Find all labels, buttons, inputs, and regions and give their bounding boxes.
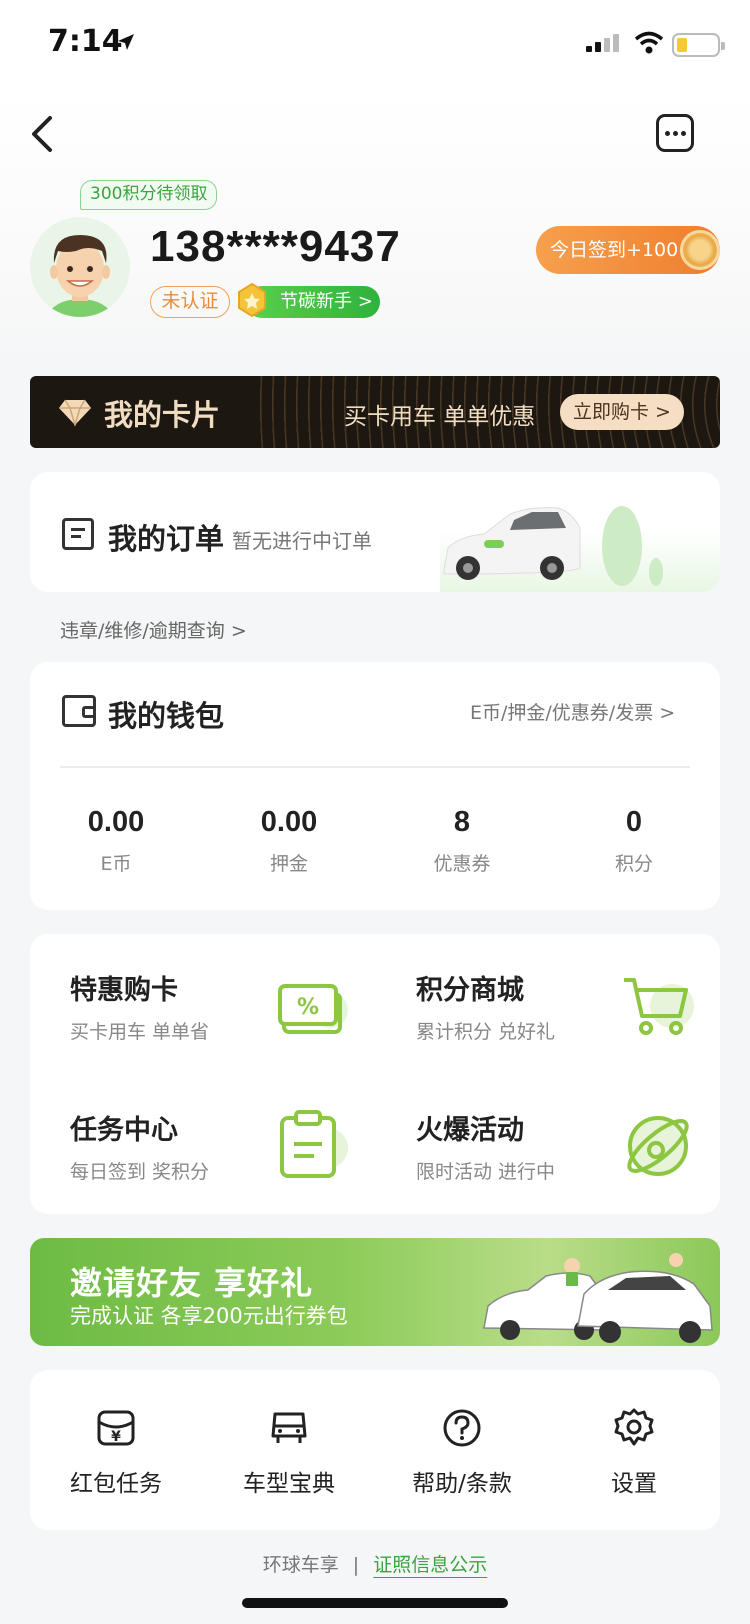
license-info-link[interactable]: 证照信息公示 (373, 1554, 487, 1576)
location-arrow-icon (118, 34, 134, 50)
order-document-icon (62, 518, 94, 550)
cellular-signal-icon (586, 34, 619, 52)
medal-icon (238, 282, 266, 318)
invite-title: 邀请好友 享好礼 (70, 1264, 314, 1302)
stat-value: 0.00 (87, 806, 145, 838)
cart-icon (624, 978, 694, 1035)
service-title: 任务中心 (70, 1115, 178, 1146)
discount-card-icon: % (278, 984, 348, 1034)
clipboard-icon (280, 1110, 348, 1178)
stat-value: 0 (625, 806, 643, 838)
service-hot-events[interactable]: 火爆活动 限时活动 进行中 (416, 1108, 555, 1184)
card-promo: 买卡用车 单单优惠 (344, 404, 536, 430)
service-title: 积分商城 (416, 975, 524, 1006)
coin-icon (680, 230, 720, 270)
service-title: 火爆活动 (416, 1115, 524, 1146)
invite-friends-banner[interactable]: 邀请好友 享好礼 完成认证 各享200元出行券包 (30, 1238, 720, 1346)
message-icon[interactable] (656, 114, 694, 152)
red-packet-icon: ¥ (97, 1410, 135, 1446)
footer-separator: | (352, 1554, 360, 1576)
svg-text:¥: ¥ (111, 1429, 121, 1445)
wallet-stat-ecoin[interactable]: 0.00 E币 (46, 806, 186, 876)
wifi-icon (634, 31, 664, 54)
tool-red-packet[interactable]: ¥ 红包任务 (46, 1408, 186, 1498)
footer: 环球车享 | 证照信息公示 (0, 1550, 750, 1577)
orders-illustration (440, 490, 720, 592)
stat-label: E币 (100, 853, 132, 875)
tool-label: 红包任务 (70, 1471, 162, 1497)
avatar-illustration (46, 235, 114, 317)
footer-brand: 环球车享 (262, 1554, 339, 1576)
stat-label: 押金 (269, 853, 308, 875)
service-subtitle: 每日签到 奖积分 (70, 1161, 210, 1183)
stat-value: 8 (453, 806, 471, 838)
gear-icon (614, 1408, 654, 1446)
wallet-divider (60, 766, 690, 768)
tool-label: 帮助/条款 (412, 1471, 512, 1497)
status-time: 7:14 (48, 24, 123, 59)
buy-card-button[interactable]: 立即购卡 > (560, 394, 684, 430)
points-pending-badge[interactable]: 300积分待领取 (80, 180, 218, 210)
diamond-icon (59, 399, 91, 426)
stat-label: 积分 (614, 853, 653, 875)
user-phone: 138****9437 (150, 222, 401, 271)
tool-label: 设置 (611, 1471, 657, 1497)
car-icon (271, 1412, 307, 1443)
service-subtitle: 买卡用车 单单省 (70, 1021, 210, 1043)
violation-query-link[interactable]: 违章/维修/逾期查询 > (60, 616, 247, 643)
orders-title: 我的订单 (108, 522, 225, 556)
tool-car-models[interactable]: 车型宝典 (219, 1408, 359, 1498)
service-title: 特惠购卡 (70, 975, 178, 1006)
avatar[interactable] (30, 217, 130, 317)
service-discount-card[interactable]: 特惠购卡 买卡用车 单单省 (70, 968, 209, 1044)
my-card-banner[interactable]: 我的卡片 买卡用车 单单优惠 立即购卡 > (30, 376, 720, 448)
svg-text:%: % (297, 995, 319, 1020)
orders-status: 暂无进行中订单 (232, 529, 372, 553)
wallet-details-link[interactable]: E币/押金/优惠券/发票 > (470, 698, 675, 725)
service-points-mall[interactable]: 积分商城 累计积分 兑好礼 (416, 968, 555, 1044)
tool-help-terms[interactable]: 帮助/条款 (392, 1408, 532, 1498)
tool-settings[interactable]: 设置 (564, 1408, 704, 1498)
service-task-center[interactable]: 任务中心 每日签到 奖积分 (70, 1108, 209, 1184)
service-subtitle: 限时活动 进行中 (416, 1161, 556, 1183)
back-arrow-icon[interactable] (28, 112, 58, 156)
stat-value: 0.00 (260, 806, 318, 838)
invite-subtitle: 完成认证 各享200元出行券包 (70, 1304, 348, 1328)
service-subtitle: 累计积分 兑好礼 (416, 1021, 556, 1043)
wallet-icon (62, 695, 96, 727)
wallet-stat-coupons[interactable]: 8 优惠券 (392, 806, 532, 876)
wallet-stat-points[interactable]: 0 积分 (564, 806, 704, 876)
tool-label: 车型宝典 (243, 1471, 335, 1497)
help-icon (443, 1409, 481, 1447)
wallet-stat-deposit[interactable]: 0.00 押金 (219, 806, 359, 876)
planet-icon (627, 1116, 689, 1176)
wallet-title: 我的钱包 (108, 699, 225, 733)
verification-status[interactable]: 未认证 (150, 286, 230, 318)
stat-label: 优惠券 (433, 853, 491, 875)
card-title: 我的卡片 (104, 398, 221, 432)
invite-cars-illustration (483, 1253, 713, 1343)
battery-icon (672, 33, 725, 57)
home-indicator[interactable] (242, 1598, 508, 1608)
